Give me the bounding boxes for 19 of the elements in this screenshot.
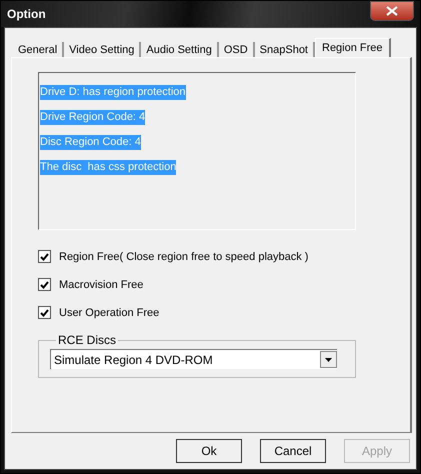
dropdown-button[interactable] [320,351,337,368]
check-icon [40,252,49,260]
checkbox[interactable] [38,278,51,291]
dialog-button[interactable]: Ok [176,439,242,463]
close-icon [386,6,398,16]
check-icon [40,308,49,316]
dialog-button[interactable]: Cancel [260,439,326,463]
check-icon [40,280,49,288]
tab[interactable]: Region Free [315,38,391,58]
checkbox[interactable] [38,306,51,319]
checkbox-label: User Operation Free [59,306,160,318]
dropdown[interactable]: Simulate Region 4 DVD-ROM [50,349,337,369]
group-title: RCE Discs [57,333,118,347]
checkbox[interactable] [38,250,51,263]
window-title: Option [7,7,46,21]
checkbox-label: Region Free( Close region free to speed playback ) [59,250,308,262]
checkbox-label: Macrovision Free [59,278,144,290]
caret-icon [325,358,332,362]
close-button[interactable] [370,1,414,21]
